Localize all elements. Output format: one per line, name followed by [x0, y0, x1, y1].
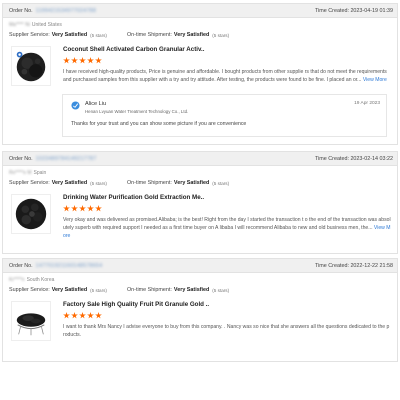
- buyer-name: Kr****n: [9, 277, 25, 283]
- order-number: Order No. 1023489784149217787: [9, 156, 96, 162]
- review: Drinking Water Purification Gold Extract…: [3, 186, 397, 240]
- reply-date: 19 Apr 2023: [354, 101, 380, 106]
- country-name: Spain: [33, 170, 47, 176]
- order-header: Order No. 1199421534977024788 Time Creat…: [3, 4, 397, 18]
- view-more-link[interactable]: View More: [363, 77, 387, 83]
- supplier-service-label: Supplier Service:: [9, 287, 50, 293]
- ontime-shipment-label: On-time Shipment:: [126, 287, 172, 293]
- country-name: United States: [31, 22, 62, 28]
- supplier-service-label: Supplier Service:: [9, 32, 50, 38]
- ontime-shipment-stars: (5 stars): [212, 287, 230, 293]
- company-logo-icon: [71, 101, 80, 110]
- order-id: 1023489784149217787: [35, 155, 97, 162]
- star-icon: [95, 57, 102, 64]
- country-name: South Korea: [26, 277, 55, 283]
- review-text: I want to thank Mrs Nancy I advise every…: [63, 323, 391, 339]
- order-no-label: Order No.: [9, 262, 33, 269]
- order-card: Order No. 1199421534977024788 Time Creat…: [2, 3, 398, 145]
- star-icon: [87, 312, 94, 319]
- time-created: Time Created: 2023-04-19 01:39: [315, 8, 393, 14]
- ontime-shipment-value: Very Satisfied: [173, 32, 210, 38]
- star-icon: [63, 312, 70, 319]
- buyer-name: Ro****o M: [9, 170, 32, 176]
- reply-text: Thanks for your trust and you can show s…: [71, 121, 247, 127]
- product-title[interactable]: Factory Sale High Quality Fruit Pit Gran…: [63, 301, 391, 308]
- product-thumbnail[interactable]: [11, 194, 51, 234]
- order-id: 147701921160148578654: [35, 262, 103, 269]
- buyer-country: Kr****n South Korea: [9, 277, 391, 283]
- reply-company: Henan Lvyuan Water Treatment Technology …: [85, 109, 189, 114]
- star-icon: [95, 312, 102, 319]
- star-icon: [71, 312, 78, 319]
- review: Factory Sale High Quality Fruit Pit Gran…: [3, 293, 397, 341]
- star-icon: [95, 205, 102, 212]
- ontime-shipment-value: Very Satisfied: [173, 287, 210, 293]
- ontime-shipment-stars: (5 stars): [212, 32, 230, 38]
- review: Coconut Shell Activated Carbon Granular …: [3, 38, 397, 86]
- buyer-country: Ro****o M Spain: [9, 170, 391, 176]
- reviews-page: Order No. 1199421534977024788 Time Creat…: [0, 0, 400, 400]
- star-icon: [63, 57, 70, 64]
- star-icon: [87, 57, 94, 64]
- buyer-country: Ma**** Ni United States: [9, 22, 391, 28]
- buyer-name: Ma**** Ni: [9, 22, 30, 28]
- ontime-shipment-value: Very Satisfied: [173, 180, 210, 186]
- ontime-shipment-label: On-time Shipment:: [126, 180, 172, 186]
- time-created-label: Time Created:: [314, 7, 349, 14]
- supplier-service-label: Supplier Service:: [9, 180, 50, 186]
- product-title[interactable]: Drinking Water Purification Gold Extract…: [63, 194, 391, 201]
- time-created-value: 2023-04-19 01:39: [350, 7, 393, 14]
- star-icon: [71, 205, 78, 212]
- order-id: 1199421534977024788: [35, 7, 97, 14]
- star-icon: [79, 57, 86, 64]
- time-created: Time Created: 2022-12-22 21:58: [315, 263, 393, 269]
- time-created: Time Created: 2023-02-14 03:22: [315, 156, 393, 162]
- review-text: I have received high-quality products, P…: [63, 68, 391, 84]
- star-icon: [87, 205, 94, 212]
- reply-author: Alice Liu: [85, 101, 107, 107]
- order-number: Order No. 1199421534977024788: [9, 8, 96, 14]
- supplier-service-stars: (5 stars): [90, 287, 107, 293]
- supplier-service-value: Very Satisfied: [51, 287, 88, 293]
- ontime-shipment-label: On-time Shipment:: [126, 32, 172, 38]
- order-card: Order No. 1023489784149217787 Time Creat…: [2, 151, 398, 254]
- supplier-service-stars: (5 stars): [90, 32, 107, 38]
- review-body: I have received high-quality products, P…: [63, 69, 387, 83]
- supplier-reply: Alice Liu Henan Lvyuan Water Treatment T…: [62, 94, 387, 137]
- order-header: Order No. 1023489784149217787 Time Creat…: [3, 152, 397, 166]
- supplier-service-value: Very Satisfied: [51, 32, 88, 38]
- rating-stars: [63, 312, 391, 319]
- order-header: Order No. 147701921160148578654 Time Cre…: [3, 259, 397, 273]
- star-icon: [63, 205, 70, 212]
- product-thumbnail[interactable]: [11, 301, 51, 341]
- star-icon: [71, 57, 78, 64]
- supplier-service-stars: (5 stars): [90, 180, 107, 186]
- rating-stars: [63, 57, 391, 64]
- rating-stars: [63, 205, 391, 212]
- supplier-service-value: Very Satisfied: [51, 180, 88, 186]
- time-created-value: 2022-12-22 21:58: [350, 262, 393, 269]
- order-card: Order No. 147701921160148578654 Time Cre…: [2, 258, 398, 362]
- product-thumbnail[interactable]: [11, 46, 51, 86]
- star-icon: [79, 312, 86, 319]
- time-created-label: Time Created:: [314, 262, 349, 269]
- product-title[interactable]: Coconut Shell Activated Carbon Granular …: [63, 46, 391, 53]
- star-icon: [79, 205, 86, 212]
- order-no-label: Order No.: [9, 155, 33, 162]
- review-body: I want to thank Mrs Nancy I advise every…: [63, 324, 390, 338]
- time-created-label: Time Created:: [314, 155, 349, 162]
- review-text: Very okay and was delivered as promised.…: [63, 216, 391, 240]
- ontime-shipment-stars: (5 stars): [212, 180, 230, 186]
- time-created-value: 2023-02-14 03:22: [350, 155, 393, 162]
- review-body: Very okay and was delivered as promised.…: [63, 217, 391, 231]
- order-no-label: Order No.: [9, 7, 33, 14]
- order-number: Order No. 147701921160148578654: [9, 263, 102, 269]
